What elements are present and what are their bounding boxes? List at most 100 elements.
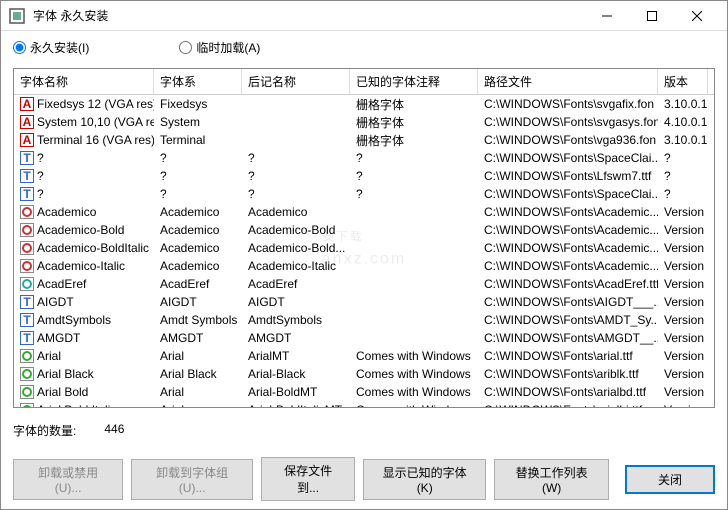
table-row[interactable]: AcadErefAcadErefAcadErefC:\WINDOWS\Fonts… — [14, 275, 714, 293]
cell-family: Academico — [154, 240, 242, 256]
col-postscript[interactable]: 后记名称 — [242, 69, 350, 94]
font-type-icon: T — [20, 169, 34, 183]
table-row[interactable]: T????C:\WINDOWS\Fonts\Lfswm7.ttf? — [14, 167, 714, 185]
cell-path: C:\WINDOWS\Fonts\AMGDT__... — [478, 330, 658, 346]
cell-family: AIGDT — [154, 294, 242, 310]
table-row[interactable]: ArialArialArialMTComes with WindowsC:\WI… — [14, 347, 714, 365]
cell-name: Academico-BoldItalic — [14, 240, 154, 256]
cell-name: TAIGDT — [14, 294, 154, 310]
cell-family: Arial Black — [154, 366, 242, 382]
cell-postscript — [242, 121, 350, 123]
cell-note: ? — [350, 186, 478, 202]
cell-version: Version — [658, 330, 708, 346]
cell-family: AcadEref — [154, 276, 242, 292]
table-row[interactable]: Arial BoldArialArial-BoldMTComes with Wi… — [14, 383, 714, 401]
cell-version: 3.10.0.1 — [658, 132, 708, 148]
col-note[interactable]: 已知的字体注释 — [350, 69, 478, 94]
cell-path: C:\WINDOWS\Fonts\Lfswm7.ttf — [478, 168, 658, 184]
font-type-icon — [20, 223, 34, 237]
cell-name: TAmdtSymbols — [14, 312, 154, 328]
close-button[interactable] — [674, 1, 719, 31]
cell-postscript: Arial-Black — [242, 366, 350, 382]
cell-path: C:\WINDOWS\Fonts\Academic... — [478, 240, 658, 256]
font-type-icon: T — [20, 331, 34, 345]
cell-name: T? — [14, 150, 154, 166]
close-dialog-button[interactable]: 关闭 — [625, 465, 715, 494]
cell-note — [350, 247, 478, 249]
radio-permanent[interactable]: 永久安装(I) — [13, 39, 89, 56]
replace-worklist-button[interactable]: 替换工作列表(W) — [494, 459, 609, 500]
col-version[interactable]: 版本 — [658, 69, 708, 94]
cell-note — [350, 301, 478, 303]
cell-note: 栅格字体 — [350, 131, 478, 150]
table-row[interactable]: AcademicoAcademicoAcademicoC:\WINDOWS\Fo… — [14, 203, 714, 221]
col-family[interactable]: 字体系 — [154, 69, 242, 94]
cell-note — [350, 211, 478, 213]
cell-name: AFixedsys 12 (VGA res) — [14, 96, 154, 112]
radio-temp-input[interactable] — [179, 41, 192, 54]
col-path[interactable]: 路径文件 — [478, 69, 658, 94]
font-type-icon: T — [20, 313, 34, 327]
cell-family: Academico — [154, 222, 242, 238]
svg-text:T: T — [23, 187, 31, 201]
save-button[interactable]: 保存文件到... — [261, 457, 355, 501]
font-type-icon — [20, 349, 34, 363]
cell-path: C:\WINDOWS\Fonts\svgasys.fon — [478, 114, 658, 130]
cell-family: ? — [154, 186, 242, 202]
table-row[interactable]: Academico-ItalicAcademicoAcademico-Itali… — [14, 257, 714, 275]
cell-postscript: Academico-Bold — [242, 222, 350, 238]
table-row[interactable]: TAIGDTAIGDTAIGDTC:\WINDOWS\Fonts\AIGDT__… — [14, 293, 714, 311]
cell-path: C:\WINDOWS\Fonts\arial.ttf — [478, 348, 658, 364]
table-row[interactable]: TAMGDTAMGDTAMGDTC:\WINDOWS\Fonts\AMGDT__… — [14, 329, 714, 347]
table-row[interactable]: Arial BlackArial BlackArial-BlackComes w… — [14, 365, 714, 383]
cell-version: Version — [658, 240, 708, 256]
cell-note — [350, 265, 478, 267]
cell-name: AcadEref — [14, 276, 154, 292]
cell-path: C:\WINDOWS\Fonts\Academic... — [478, 222, 658, 238]
cell-postscript: ? — [242, 186, 350, 202]
cell-name: ATerminal 16 (VGA res) — [14, 132, 154, 148]
radio-temp[interactable]: 临时加载(A) — [179, 39, 260, 56]
status-bar: 字体的数量: 446 — [1, 412, 727, 449]
cell-name: TAMGDT — [14, 330, 154, 346]
table-row[interactable]: ASystem 10,10 (VGA res)System栅格字体C:\WIND… — [14, 113, 714, 131]
cell-postscript: AcadEref — [242, 276, 350, 292]
font-type-icon — [20, 385, 34, 399]
cell-path: C:\WINDOWS\Fonts\Academic... — [478, 258, 658, 274]
table-row[interactable]: ATerminal 16 (VGA res)Terminal栅格字体C:\WIN… — [14, 131, 714, 149]
radio-permanent-input[interactable] — [13, 41, 26, 54]
table-row[interactable]: TAmdtSymbolsAmdt SymbolsAmdtSymbolsC:\WI… — [14, 311, 714, 329]
cell-path: C:\WINDOWS\Fonts\Academic... — [478, 204, 658, 220]
table-row[interactable]: T????C:\WINDOWS\Fonts\SpaceClai...? — [14, 149, 714, 167]
maximize-button[interactable] — [629, 1, 674, 31]
table-header: 字体名称 字体系 后记名称 已知的字体注释 路径文件 版本 — [14, 69, 714, 95]
cell-name: Arial Bold Italic — [14, 402, 154, 407]
unload-button[interactable]: 卸载或禁用(U)... — [13, 459, 123, 500]
cell-postscript: Academico-Italic — [242, 258, 350, 274]
cell-name: ASystem 10,10 (VGA res) — [14, 114, 154, 130]
font-type-icon — [20, 277, 34, 291]
cell-version: Version — [658, 258, 708, 274]
cell-name: Academico-Bold — [14, 222, 154, 238]
cell-version: Version — [658, 384, 708, 400]
cell-family: Academico — [154, 204, 242, 220]
table-row[interactable]: Academico-BoldItalicAcademicoAcademico-B… — [14, 239, 714, 257]
table-row[interactable]: Arial Bold ItalicArialArial-BoldItalicMT… — [14, 401, 714, 407]
svg-text:T: T — [23, 169, 31, 183]
unload-group-button[interactable]: 卸载到字体组(U)... — [131, 459, 253, 500]
col-name[interactable]: 字体名称 — [14, 69, 154, 94]
cell-version: ? — [658, 150, 708, 166]
cell-postscript: Arial-BoldItalicMT — [242, 402, 350, 407]
cell-family: Arial — [154, 348, 242, 364]
show-known-button[interactable]: 显示已知的字体(K) — [363, 459, 486, 500]
cell-version: ? — [658, 168, 708, 184]
cell-version: 4.10.0.1 — [658, 114, 708, 130]
minimize-button[interactable] — [584, 1, 629, 31]
table-row[interactable]: T????C:\WINDOWS\Fonts\SpaceClai...? — [14, 185, 714, 203]
table-row[interactable]: Academico-BoldAcademicoAcademico-Bold C:\… — [14, 221, 714, 239]
cell-version: Version — [658, 222, 708, 238]
cell-version: 3.10.0.1 — [658, 96, 708, 112]
table-body[interactable]: AFixedsys 12 (VGA res)Fixedsys栅格字体C:\WIN… — [14, 95, 714, 407]
table-row[interactable]: AFixedsys 12 (VGA res)Fixedsys栅格字体C:\WIN… — [14, 95, 714, 113]
cell-path: C:\WINDOWS\Fonts\AMDT_Sy... — [478, 312, 658, 328]
